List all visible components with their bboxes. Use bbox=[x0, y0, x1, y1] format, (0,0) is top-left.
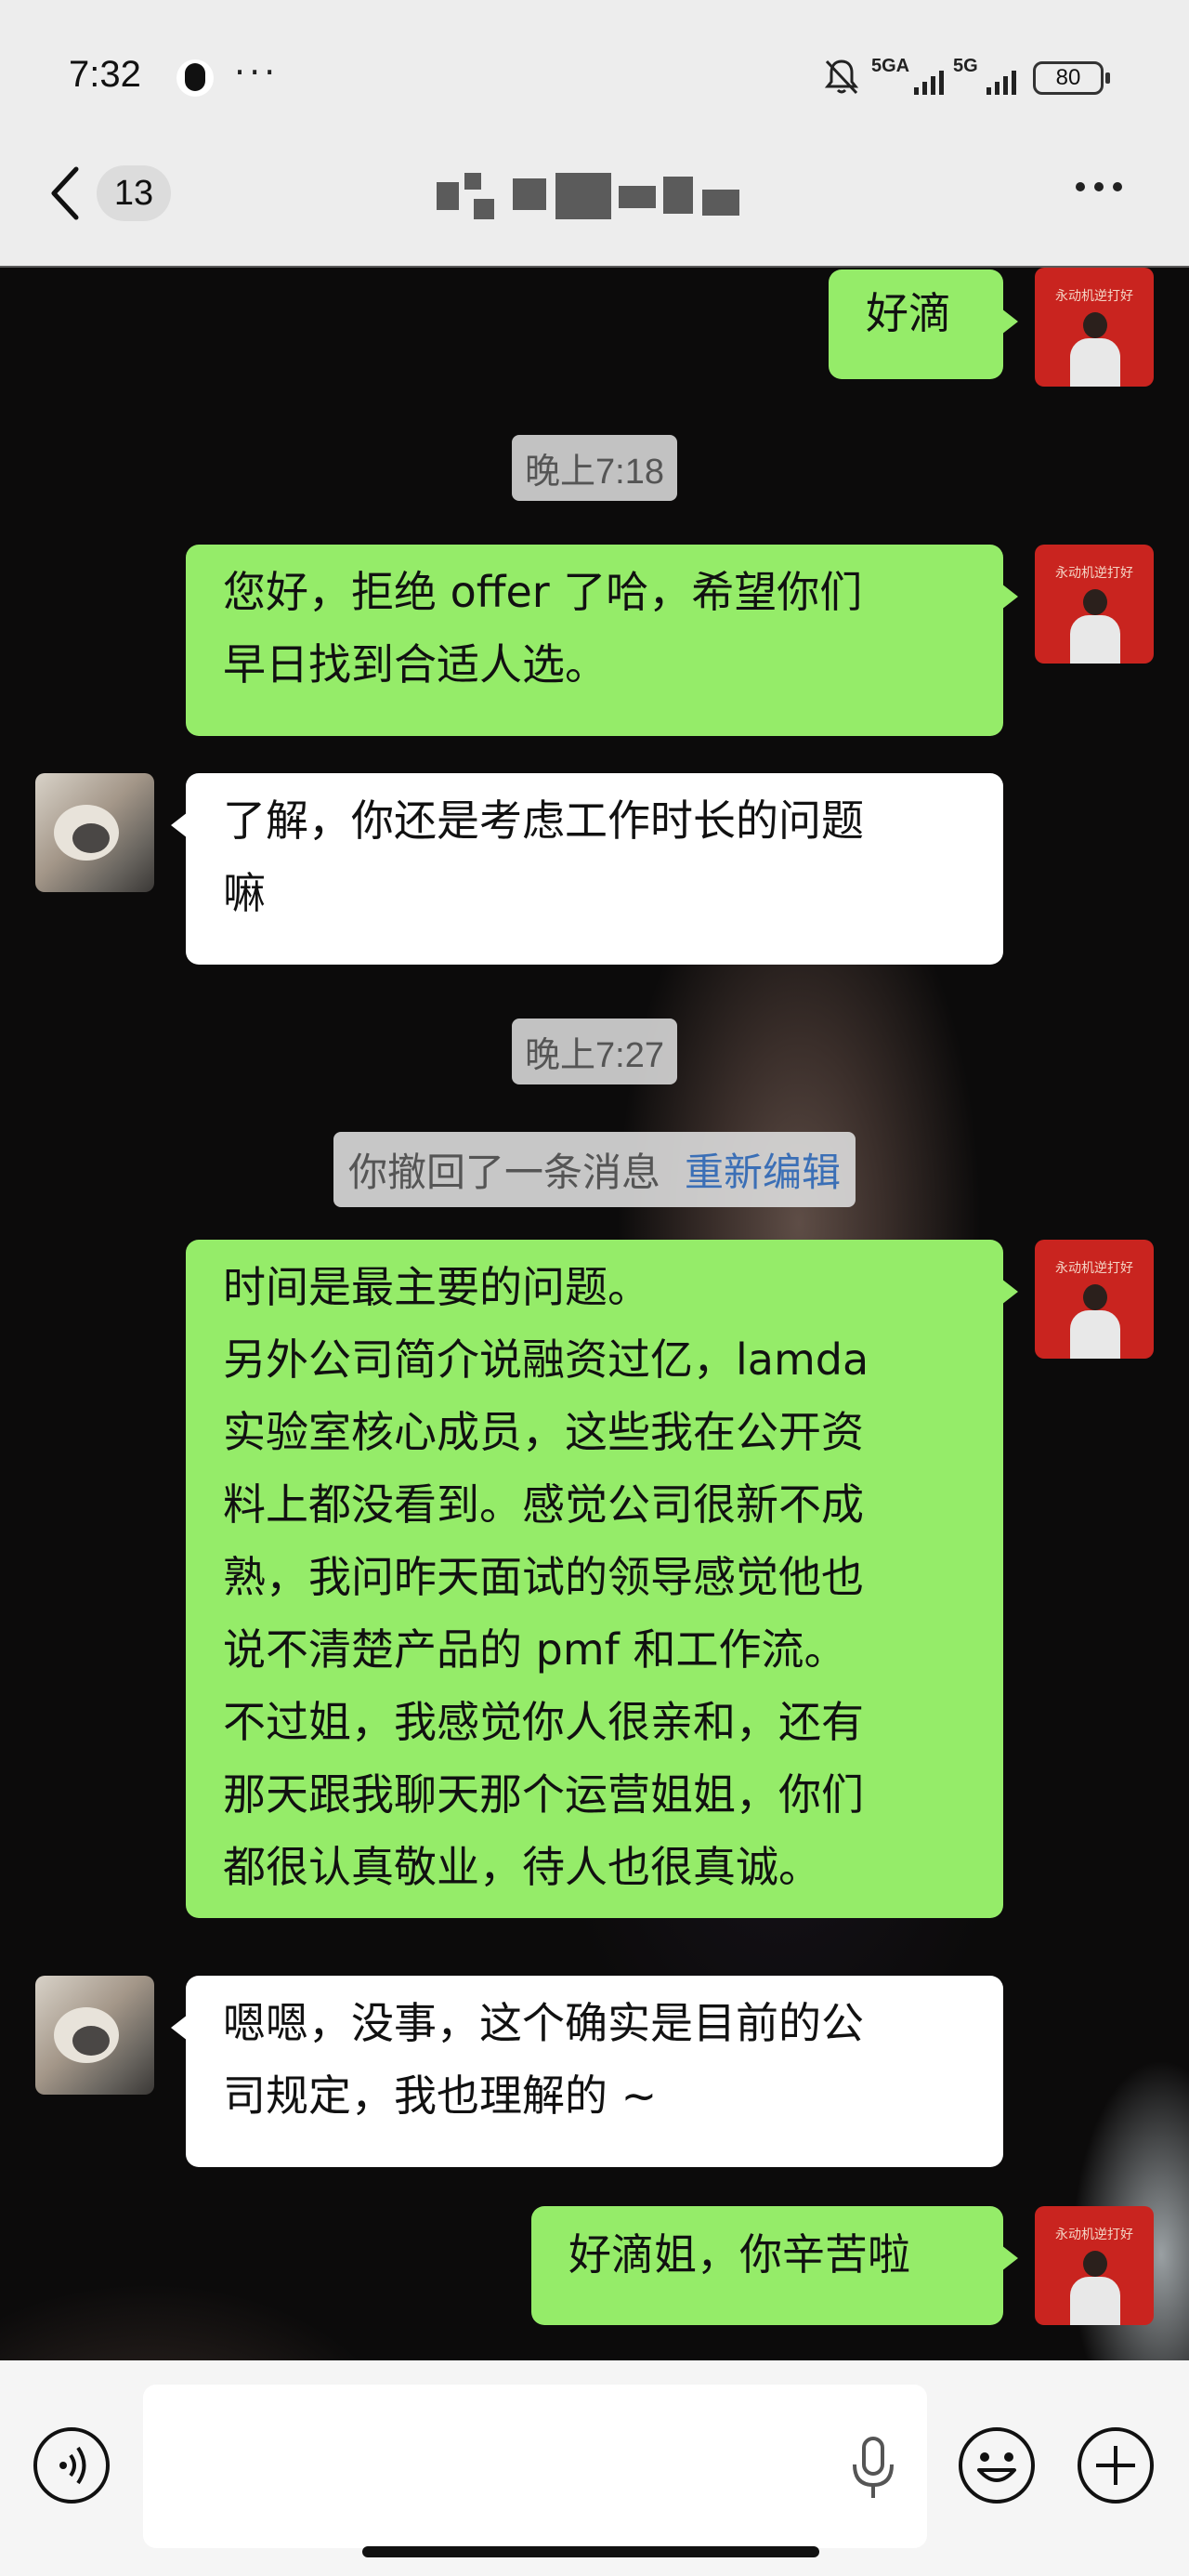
message-bubble-contact[interactable]: 嗯嗯，没事，这个确实是目前的公 司规定，我也理解的 ~ bbox=[171, 1976, 1003, 2167]
recall-text: 你撤回了一条消息 bbox=[347, 1150, 660, 1195]
message-bubble-me[interactable]: 您好，拒绝 offer 了哈，希望你们 早日找到合适人选。 bbox=[186, 545, 1018, 736]
my-avatar[interactable]: 永动机逆打好 bbox=[1035, 2206, 1154, 2325]
timestamp: 晚上7:18 bbox=[512, 435, 677, 501]
battery-icon: 80 bbox=[1033, 61, 1110, 95]
chat-title-obscured bbox=[437, 173, 762, 219]
input-bar bbox=[0, 2360, 1189, 2576]
message-bubble-me[interactable]: 好滴姐，你辛苦啦 bbox=[531, 2206, 1018, 2325]
network-label-5ga: 5GA bbox=[871, 56, 910, 76]
unread-count-badge[interactable]: 13 bbox=[97, 165, 171, 221]
message-bubble-contact[interactable]: 了解，你还是考虑工作时长的问题 嘛 bbox=[171, 773, 1003, 965]
emoji-icon[interactable] bbox=[957, 2425, 1037, 2505]
chat-area: 好滴 永动机逆打好 晚上7:18 您好，拒绝 offer 了哈，希望你们 早日找… bbox=[0, 266, 1189, 2360]
signal-bars-icon-2 bbox=[986, 69, 1016, 95]
re-edit-link[interactable]: 重新编辑 bbox=[685, 1150, 841, 1195]
voice-icon[interactable] bbox=[32, 2425, 111, 2505]
my-avatar[interactable]: 永动机逆打好 bbox=[1035, 1240, 1154, 1359]
back-chevron-icon[interactable] bbox=[45, 164, 89, 223]
network-label-5g: 5G bbox=[953, 56, 978, 76]
contact-avatar[interactable] bbox=[35, 773, 154, 892]
my-avatar[interactable]: 永动机逆打好 bbox=[1035, 268, 1154, 387]
my-avatar[interactable]: 永动机逆打好 bbox=[1035, 545, 1154, 664]
more-icon[interactable] bbox=[1076, 182, 1122, 191]
message-bubble-me[interactable]: 时间是最主要的问题。 另外公司简介说融资过亿，lamda 实验室核心成员，这些我… bbox=[186, 1240, 1018, 1918]
message-bubble-me[interactable]: 好滴 bbox=[829, 269, 1018, 379]
status-more-icon: ··· bbox=[234, 52, 280, 93]
recall-notice: 你撤回了一条消息 重新编辑 bbox=[333, 1132, 856, 1207]
plus-icon[interactable] bbox=[1076, 2425, 1156, 2505]
qq-icon bbox=[176, 59, 214, 97]
contact-avatar[interactable] bbox=[35, 1976, 154, 2095]
top-bar: 7:32 ··· 5GA 5G 80 13 bbox=[0, 0, 1189, 266]
mute-icon bbox=[824, 59, 859, 95]
home-indicator[interactable] bbox=[362, 2546, 819, 2557]
message-input[interactable] bbox=[143, 2385, 927, 2548]
mic-icon[interactable] bbox=[847, 2435, 899, 2502]
signal-bars-icon bbox=[914, 69, 944, 95]
status-time: 7:32 bbox=[69, 54, 141, 95]
timestamp: 晚上7:27 bbox=[512, 1019, 677, 1084]
